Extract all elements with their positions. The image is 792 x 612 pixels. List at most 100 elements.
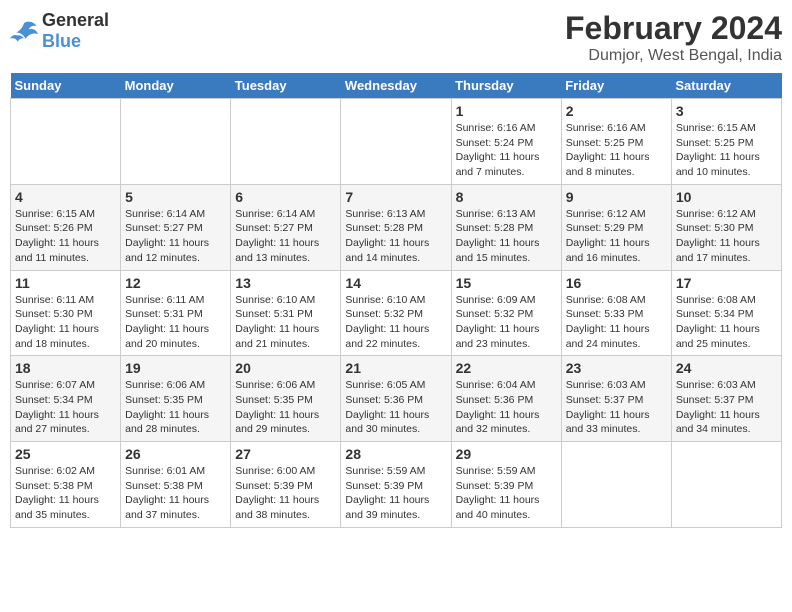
calendar-cell xyxy=(561,442,671,528)
calendar-week-row: 18 Sunrise: 6:07 AM Sunset: 5:34 PM Dayli… xyxy=(11,356,782,442)
calendar-week-row: 25 Sunrise: 6:02 AM Sunset: 5:38 PM Dayli… xyxy=(11,442,782,528)
day-number: 18 xyxy=(15,360,116,376)
day-number: 20 xyxy=(235,360,336,376)
day-number: 24 xyxy=(676,360,777,376)
day-detail: Sunrise: 6:02 AM Sunset: 5:38 PM Dayligh… xyxy=(15,464,116,523)
day-number: 4 xyxy=(15,189,116,205)
calendar-cell: 16 Sunrise: 6:08 AM Sunset: 5:33 PM Dayli… xyxy=(561,270,671,356)
logo-icon xyxy=(10,20,38,42)
calendar-week-row: 4 Sunrise: 6:15 AM Sunset: 5:26 PM Daylig… xyxy=(11,184,782,270)
calendar-cell: 22 Sunrise: 6:04 AM Sunset: 5:36 PM Dayli… xyxy=(451,356,561,442)
day-detail: Sunrise: 6:05 AM Sunset: 5:36 PM Dayligh… xyxy=(345,378,446,437)
day-detail: Sunrise: 6:08 AM Sunset: 5:34 PM Dayligh… xyxy=(676,293,777,352)
day-detail: Sunrise: 6:04 AM Sunset: 5:36 PM Dayligh… xyxy=(456,378,557,437)
day-detail: Sunrise: 6:00 AM Sunset: 5:39 PM Dayligh… xyxy=(235,464,336,523)
day-detail: Sunrise: 6:13 AM Sunset: 5:28 PM Dayligh… xyxy=(345,207,446,266)
day-detail: Sunrise: 5:59 AM Sunset: 5:39 PM Dayligh… xyxy=(456,464,557,523)
calendar-cell xyxy=(341,99,451,185)
calendar-cell: 19 Sunrise: 6:06 AM Sunset: 5:35 PM Dayli… xyxy=(121,356,231,442)
day-detail: Sunrise: 6:11 AM Sunset: 5:30 PM Dayligh… xyxy=(15,293,116,352)
day-detail: Sunrise: 6:08 AM Sunset: 5:33 PM Dayligh… xyxy=(566,293,667,352)
day-detail: Sunrise: 6:15 AM Sunset: 5:26 PM Dayligh… xyxy=(15,207,116,266)
day-detail: Sunrise: 6:01 AM Sunset: 5:38 PM Dayligh… xyxy=(125,464,226,523)
calendar-cell: 29 Sunrise: 5:59 AM Sunset: 5:39 PM Dayli… xyxy=(451,442,561,528)
calendar-cell: 6 Sunrise: 6:14 AM Sunset: 5:27 PM Daylig… xyxy=(231,184,341,270)
day-detail: Sunrise: 6:15 AM Sunset: 5:25 PM Dayligh… xyxy=(676,121,777,180)
weekday-header-tuesday: Tuesday xyxy=(231,73,341,99)
calendar-cell: 11 Sunrise: 6:11 AM Sunset: 5:30 PM Dayli… xyxy=(11,270,121,356)
calendar-cell: 1 Sunrise: 6:16 AM Sunset: 5:24 PM Daylig… xyxy=(451,99,561,185)
day-detail: Sunrise: 6:12 AM Sunset: 5:29 PM Dayligh… xyxy=(566,207,667,266)
day-detail: Sunrise: 6:16 AM Sunset: 5:25 PM Dayligh… xyxy=(566,121,667,180)
day-detail: Sunrise: 6:14 AM Sunset: 5:27 PM Dayligh… xyxy=(235,207,336,266)
day-number: 27 xyxy=(235,446,336,462)
calendar-cell: 5Sunrise: 6:14 AM Sunset: 5:27 PM Daylig… xyxy=(121,184,231,270)
day-number: 8 xyxy=(456,189,557,205)
day-number: 21 xyxy=(345,360,446,376)
calendar-cell: 21 Sunrise: 6:05 AM Sunset: 5:36 PM Dayli… xyxy=(341,356,451,442)
day-number: 1 xyxy=(456,103,557,119)
day-number: 2 xyxy=(566,103,667,119)
logo: General Blue xyxy=(10,10,109,52)
month-title: February 2024 xyxy=(565,10,782,47)
calendar-cell: 28 Sunrise: 5:59 AM Sunset: 5:39 PM Dayli… xyxy=(341,442,451,528)
day-detail: Sunrise: 6:03 AM Sunset: 5:37 PM Dayligh… xyxy=(676,378,777,437)
weekday-header-saturday: Saturday xyxy=(671,73,781,99)
calendar-cell xyxy=(671,442,781,528)
weekday-header-row: SundayMondayTuesdayWednesdayThursdayFrid… xyxy=(11,73,782,99)
day-detail: Sunrise: 6:06 AM Sunset: 5:35 PM Dayligh… xyxy=(235,378,336,437)
weekday-header-sunday: Sunday xyxy=(11,73,121,99)
calendar-cell: 4 Sunrise: 6:15 AM Sunset: 5:26 PM Daylig… xyxy=(11,184,121,270)
day-number: 10 xyxy=(676,189,777,205)
calendar-cell: 15Sunrise: 6:09 AM Sunset: 5:32 PM Dayli… xyxy=(451,270,561,356)
calendar-cell: 24 Sunrise: 6:03 AM Sunset: 5:37 PM Dayli… xyxy=(671,356,781,442)
day-detail: Sunrise: 6:06 AM Sunset: 5:35 PM Dayligh… xyxy=(125,378,226,437)
calendar-cell xyxy=(231,99,341,185)
day-number: 26 xyxy=(125,446,226,462)
calendar-cell: 13 Sunrise: 6:10 AM Sunset: 5:31 PM Dayli… xyxy=(231,270,341,356)
day-number: 3 xyxy=(676,103,777,119)
page-header: General Blue February 2024 Dumjor, West … xyxy=(10,10,782,65)
weekday-header-thursday: Thursday xyxy=(451,73,561,99)
day-detail: Sunrise: 6:10 AM Sunset: 5:32 PM Dayligh… xyxy=(345,293,446,352)
day-number: 19 xyxy=(125,360,226,376)
day-number: 25 xyxy=(15,446,116,462)
day-number: 6 xyxy=(235,189,336,205)
day-number: 22 xyxy=(456,360,557,376)
day-detail: Sunrise: 6:12 AM Sunset: 5:30 PM Dayligh… xyxy=(676,207,777,266)
day-detail: Sunrise: 6:13 AM Sunset: 5:28 PM Dayligh… xyxy=(456,207,557,266)
day-detail: Sunrise: 6:10 AM Sunset: 5:31 PM Dayligh… xyxy=(235,293,336,352)
weekday-header-friday: Friday xyxy=(561,73,671,99)
day-number: 16 xyxy=(566,275,667,291)
calendar-cell: 14Sunrise: 6:10 AM Sunset: 5:32 PM Dayli… xyxy=(341,270,451,356)
calendar-cell: 12Sunrise: 6:11 AM Sunset: 5:31 PM Dayli… xyxy=(121,270,231,356)
day-number: 17 xyxy=(676,275,777,291)
day-number: 9 xyxy=(566,189,667,205)
day-number: 5 xyxy=(125,189,226,205)
calendar-cell: 7 Sunrise: 6:13 AM Sunset: 5:28 PM Daylig… xyxy=(341,184,451,270)
day-detail: Sunrise: 6:16 AM Sunset: 5:24 PM Dayligh… xyxy=(456,121,557,180)
calendar-cell xyxy=(11,99,121,185)
calendar-cell: 26 Sunrise: 6:01 AM Sunset: 5:38 PM Dayli… xyxy=(121,442,231,528)
calendar-cell: 17 Sunrise: 6:08 AM Sunset: 5:34 PM Dayli… xyxy=(671,270,781,356)
calendar-cell: 9 Sunrise: 6:12 AM Sunset: 5:29 PM Daylig… xyxy=(561,184,671,270)
day-number: 7 xyxy=(345,189,446,205)
calendar-cell: 20 Sunrise: 6:06 AM Sunset: 5:35 PM Dayli… xyxy=(231,356,341,442)
logo-text: General Blue xyxy=(42,10,109,52)
day-number: 23 xyxy=(566,360,667,376)
day-number: 15 xyxy=(456,275,557,291)
calendar-week-row: 11 Sunrise: 6:11 AM Sunset: 5:30 PM Dayli… xyxy=(11,270,782,356)
day-number: 13 xyxy=(235,275,336,291)
day-detail: Sunrise: 6:03 AM Sunset: 5:37 PM Dayligh… xyxy=(566,378,667,437)
weekday-header-monday: Monday xyxy=(121,73,231,99)
day-detail: Sunrise: 6:07 AM Sunset: 5:34 PM Dayligh… xyxy=(15,378,116,437)
calendar-cell: 23 Sunrise: 6:03 AM Sunset: 5:37 PM Dayli… xyxy=(561,356,671,442)
calendar-cell: 18 Sunrise: 6:07 AM Sunset: 5:34 PM Dayli… xyxy=(11,356,121,442)
calendar-cell: 10 Sunrise: 6:12 AM Sunset: 5:30 PM Dayli… xyxy=(671,184,781,270)
day-detail: Sunrise: 6:11 AM Sunset: 5:31 PM Dayligh… xyxy=(125,293,226,352)
day-number: 28 xyxy=(345,446,446,462)
calendar-cell: 27 Sunrise: 6:00 AM Sunset: 5:39 PM Dayli… xyxy=(231,442,341,528)
day-detail: Sunrise: 5:59 AM Sunset: 5:39 PM Dayligh… xyxy=(345,464,446,523)
day-number: 29 xyxy=(456,446,557,462)
day-number: 11 xyxy=(15,275,116,291)
